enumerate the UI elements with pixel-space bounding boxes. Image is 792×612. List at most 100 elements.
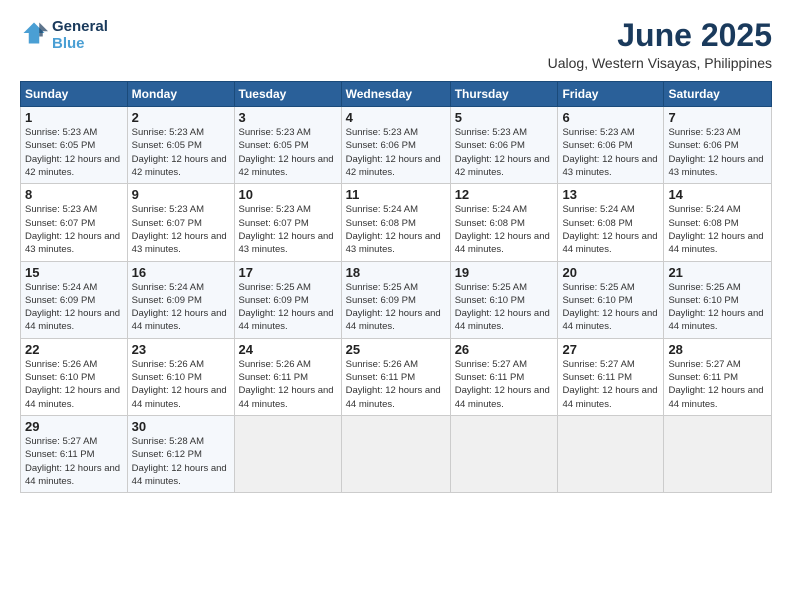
table-cell — [234, 415, 341, 492]
table-cell: 30 Sunrise: 5:28 AMSunset: 6:12 PMDaylig… — [127, 415, 234, 492]
logo-text: General Blue — [52, 18, 108, 53]
table-cell: 15 Sunrise: 5:24 AMSunset: 6:09 PMDaylig… — [21, 261, 128, 338]
day-number: 26 — [455, 342, 554, 357]
table-cell: 28 Sunrise: 5:27 AMSunset: 6:11 PMDaylig… — [664, 338, 772, 415]
day-info: Sunrise: 5:23 AMSunset: 6:05 PMDaylight:… — [132, 126, 230, 179]
day-number: 25 — [346, 342, 446, 357]
day-info: Sunrise: 5:26 AMSunset: 6:11 PMDaylight:… — [239, 358, 337, 411]
day-number: 18 — [346, 265, 446, 280]
table-cell: 12 Sunrise: 5:24 AMSunset: 6:08 PMDaylig… — [450, 184, 558, 261]
week-row: 29 Sunrise: 5:27 AMSunset: 6:11 PMDaylig… — [21, 415, 772, 492]
day-info: Sunrise: 5:24 AMSunset: 6:08 PMDaylight:… — [562, 203, 659, 256]
day-info: Sunrise: 5:26 AMSunset: 6:10 PMDaylight:… — [25, 358, 123, 411]
col-thursday: Thursday — [450, 82, 558, 107]
logo-line2: Blue — [52, 35, 85, 52]
day-number: 24 — [239, 342, 337, 357]
day-info: Sunrise: 5:24 AMSunset: 6:09 PMDaylight:… — [25, 281, 123, 334]
week-row: 8 Sunrise: 5:23 AMSunset: 6:07 PMDayligh… — [21, 184, 772, 261]
day-info: Sunrise: 5:25 AMSunset: 6:10 PMDaylight:… — [455, 281, 554, 334]
day-number: 9 — [132, 187, 230, 202]
day-info: Sunrise: 5:24 AMSunset: 6:08 PMDaylight:… — [668, 203, 767, 256]
day-info: Sunrise: 5:23 AMSunset: 6:06 PMDaylight:… — [455, 126, 554, 179]
month-title: June 2025 — [548, 18, 772, 53]
col-sunday: Sunday — [21, 82, 128, 107]
table-cell: 22 Sunrise: 5:26 AMSunset: 6:10 PMDaylig… — [21, 338, 128, 415]
table-cell: 1 Sunrise: 5:23 AMSunset: 6:05 PMDayligh… — [21, 107, 128, 184]
day-number: 15 — [25, 265, 123, 280]
day-number: 10 — [239, 187, 337, 202]
day-info: Sunrise: 5:24 AMSunset: 6:08 PMDaylight:… — [346, 203, 446, 256]
day-number: 19 — [455, 265, 554, 280]
day-number: 3 — [239, 110, 337, 125]
day-number: 30 — [132, 419, 230, 434]
table-cell: 19 Sunrise: 5:25 AMSunset: 6:10 PMDaylig… — [450, 261, 558, 338]
col-monday: Monday — [127, 82, 234, 107]
day-info: Sunrise: 5:23 AMSunset: 6:07 PMDaylight:… — [239, 203, 337, 256]
table-cell: 10 Sunrise: 5:23 AMSunset: 6:07 PMDaylig… — [234, 184, 341, 261]
table-cell: 26 Sunrise: 5:27 AMSunset: 6:11 PMDaylig… — [450, 338, 558, 415]
day-info: Sunrise: 5:23 AMSunset: 6:05 PMDaylight:… — [25, 126, 123, 179]
day-info: Sunrise: 5:27 AMSunset: 6:11 PMDaylight:… — [25, 435, 123, 488]
day-number: 17 — [239, 265, 337, 280]
day-number: 2 — [132, 110, 230, 125]
day-number: 12 — [455, 187, 554, 202]
day-info: Sunrise: 5:28 AMSunset: 6:12 PMDaylight:… — [132, 435, 230, 488]
table-cell: 9 Sunrise: 5:23 AMSunset: 6:07 PMDayligh… — [127, 184, 234, 261]
logo: General Blue — [20, 18, 108, 53]
day-number: 29 — [25, 419, 123, 434]
table-cell: 3 Sunrise: 5:23 AMSunset: 6:05 PMDayligh… — [234, 107, 341, 184]
day-number: 8 — [25, 187, 123, 202]
table-cell: 17 Sunrise: 5:25 AMSunset: 6:09 PMDaylig… — [234, 261, 341, 338]
day-number: 4 — [346, 110, 446, 125]
day-info: Sunrise: 5:23 AMSunset: 6:07 PMDaylight:… — [132, 203, 230, 256]
table-cell: 8 Sunrise: 5:23 AMSunset: 6:07 PMDayligh… — [21, 184, 128, 261]
day-number: 22 — [25, 342, 123, 357]
table-cell: 18 Sunrise: 5:25 AMSunset: 6:09 PMDaylig… — [341, 261, 450, 338]
day-number: 28 — [668, 342, 767, 357]
day-info: Sunrise: 5:27 AMSunset: 6:11 PMDaylight:… — [668, 358, 767, 411]
day-info: Sunrise: 5:26 AMSunset: 6:11 PMDaylight:… — [346, 358, 446, 411]
day-number: 16 — [132, 265, 230, 280]
col-tuesday: Tuesday — [234, 82, 341, 107]
day-number: 11 — [346, 187, 446, 202]
title-area: June 2025 Ualog, Western Visayas, Philip… — [548, 18, 772, 71]
col-friday: Friday — [558, 82, 664, 107]
calendar-header-row: Sunday Monday Tuesday Wednesday Thursday… — [21, 82, 772, 107]
table-cell: 27 Sunrise: 5:27 AMSunset: 6:11 PMDaylig… — [558, 338, 664, 415]
day-number: 1 — [25, 110, 123, 125]
day-number: 21 — [668, 265, 767, 280]
day-info: Sunrise: 5:25 AMSunset: 6:10 PMDaylight:… — [562, 281, 659, 334]
day-info: Sunrise: 5:26 AMSunset: 6:10 PMDaylight:… — [132, 358, 230, 411]
day-number: 13 — [562, 187, 659, 202]
day-info: Sunrise: 5:25 AMSunset: 6:10 PMDaylight:… — [668, 281, 767, 334]
day-number: 27 — [562, 342, 659, 357]
table-cell: 4 Sunrise: 5:23 AMSunset: 6:06 PMDayligh… — [341, 107, 450, 184]
day-info: Sunrise: 5:25 AMSunset: 6:09 PMDaylight:… — [239, 281, 337, 334]
table-cell: 20 Sunrise: 5:25 AMSunset: 6:10 PMDaylig… — [558, 261, 664, 338]
day-info: Sunrise: 5:25 AMSunset: 6:09 PMDaylight:… — [346, 281, 446, 334]
week-row: 15 Sunrise: 5:24 AMSunset: 6:09 PMDaylig… — [21, 261, 772, 338]
day-number: 6 — [562, 110, 659, 125]
day-info: Sunrise: 5:23 AMSunset: 6:07 PMDaylight:… — [25, 203, 123, 256]
table-cell: 14 Sunrise: 5:24 AMSunset: 6:08 PMDaylig… — [664, 184, 772, 261]
table-cell: 25 Sunrise: 5:26 AMSunset: 6:11 PMDaylig… — [341, 338, 450, 415]
day-number: 23 — [132, 342, 230, 357]
table-cell: 16 Sunrise: 5:24 AMSunset: 6:09 PMDaylig… — [127, 261, 234, 338]
logo-icon — [20, 19, 48, 47]
day-number: 14 — [668, 187, 767, 202]
day-info: Sunrise: 5:23 AMSunset: 6:06 PMDaylight:… — [562, 126, 659, 179]
week-row: 1 Sunrise: 5:23 AMSunset: 6:05 PMDayligh… — [21, 107, 772, 184]
table-cell: 11 Sunrise: 5:24 AMSunset: 6:08 PMDaylig… — [341, 184, 450, 261]
table-cell: 2 Sunrise: 5:23 AMSunset: 6:05 PMDayligh… — [127, 107, 234, 184]
table-cell: 7 Sunrise: 5:23 AMSunset: 6:06 PMDayligh… — [664, 107, 772, 184]
day-number: 20 — [562, 265, 659, 280]
header: General Blue June 2025 Ualog, Western Vi… — [20, 18, 772, 71]
table-cell — [664, 415, 772, 492]
table-cell: 23 Sunrise: 5:26 AMSunset: 6:10 PMDaylig… — [127, 338, 234, 415]
table-cell — [341, 415, 450, 492]
day-number: 7 — [668, 110, 767, 125]
week-row: 22 Sunrise: 5:26 AMSunset: 6:10 PMDaylig… — [21, 338, 772, 415]
day-info: Sunrise: 5:24 AMSunset: 6:09 PMDaylight:… — [132, 281, 230, 334]
table-cell: 13 Sunrise: 5:24 AMSunset: 6:08 PMDaylig… — [558, 184, 664, 261]
table-cell: 29 Sunrise: 5:27 AMSunset: 6:11 PMDaylig… — [21, 415, 128, 492]
